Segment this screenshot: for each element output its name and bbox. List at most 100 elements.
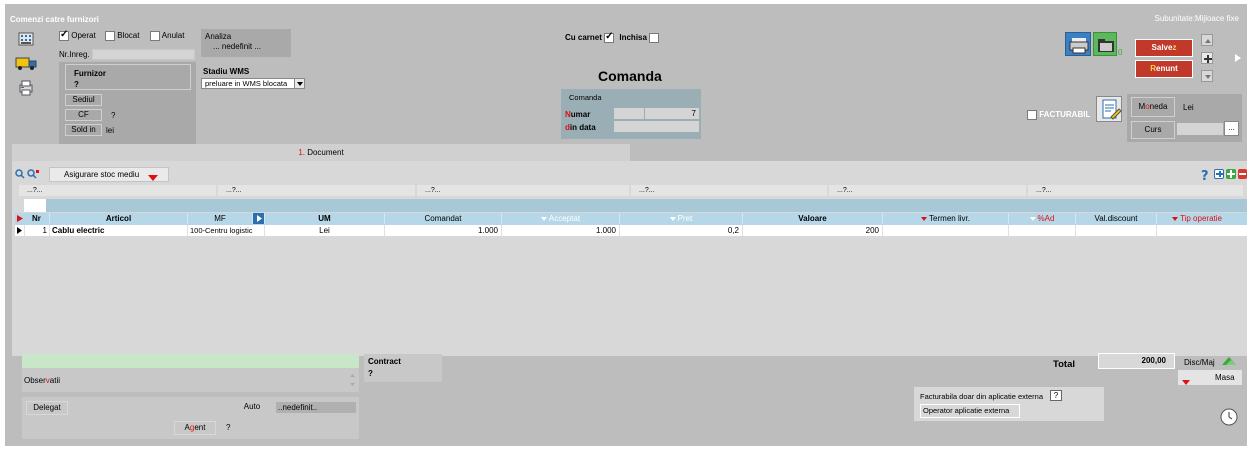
contract-label: Contract — [368, 357, 401, 366]
inchisa-checkbox[interactable] — [649, 33, 660, 43]
scroll-up-icon[interactable] — [1201, 34, 1213, 46]
observatii-input[interactable] — [64, 370, 344, 390]
calculator-icon[interactable] — [18, 32, 34, 46]
masa-label: Masa — [1215, 373, 1235, 382]
col-header-um[interactable]: UM — [265, 213, 385, 224]
curs-label: Curs — [1131, 121, 1175, 139]
numar-series-input[interactable] — [614, 108, 644, 119]
cf-button[interactable]: CF — [65, 109, 102, 121]
subunitate-label: Subunitate:Mijloace fixe — [1154, 14, 1240, 23]
auto-input[interactable]: ..nedefinit.. — [276, 402, 356, 413]
nrinreg-input[interactable] — [92, 49, 195, 60]
cell-articol[interactable]: Cablu electric — [50, 225, 188, 236]
col-header-comandat[interactable]: Comandat — [385, 213, 502, 224]
cu-carnet-group[interactable]: Cu carnet Inchisa — [565, 31, 660, 43]
filter-field[interactable]: ...?... — [218, 185, 415, 196]
col-header-termen[interactable]: Termen livr. — [883, 213, 1009, 224]
add-row-icon[interactable] — [1226, 169, 1236, 179]
chevron-right-icon[interactable] — [1235, 54, 1241, 64]
delete-row-icon[interactable] — [1238, 169, 1247, 179]
asigurare-dropdown[interactable]: Asigurare stoc mediu — [49, 167, 169, 182]
folder-icon[interactable] — [1093, 32, 1117, 56]
curs-input[interactable] — [1177, 123, 1223, 135]
filter-field[interactable]: ...?... — [829, 185, 1026, 196]
blocat-checkbox-group[interactable]: Blocat — [105, 31, 139, 41]
chevron-down-icon[interactable] — [1182, 375, 1190, 390]
col-header-mf[interactable]: MF — [188, 213, 253, 224]
clock-icon[interactable] — [1220, 408, 1238, 428]
observatii-scrollbar[interactable] — [348, 370, 357, 390]
expand-icon[interactable] — [1214, 169, 1224, 179]
col-header-valdiscount[interactable]: Val.discount — [1076, 213, 1157, 224]
col-header-ad[interactable]: %Ad — [1009, 213, 1076, 224]
cell-um[interactable]: Lei — [265, 225, 385, 236]
operat-checkbox[interactable] — [59, 29, 69, 41]
cell-ad[interactable] — [1009, 225, 1076, 236]
blocat-checkbox[interactable] — [105, 31, 115, 41]
contract-panel[interactable]: Contract ? — [364, 354, 442, 382]
cell-nr[interactable]: 1 — [25, 225, 50, 236]
document-edit-icon[interactable] — [1096, 96, 1122, 122]
col-header-acceptat[interactable]: Acceptat — [502, 213, 620, 224]
observatii-label: Observatii — [24, 376, 61, 385]
mf-expand-icon[interactable] — [253, 213, 265, 224]
operat-checkbox-group[interactable]: Operat — [59, 29, 96, 41]
add-icon[interactable] — [1201, 52, 1213, 64]
stadiu-select[interactable]: preluare in WMS blocata — [201, 78, 305, 89]
cu-carnet-checkbox[interactable] — [604, 31, 615, 43]
auto-label: Auto — [243, 402, 261, 411]
new-row-cell[interactable] — [24, 199, 46, 212]
printer-settings-icon[interactable] — [18, 80, 34, 96]
tab-document[interactable]: 1. Document — [12, 144, 630, 161]
anulat-checkbox[interactable] — [150, 31, 160, 41]
masa-dropdown[interactable]: Masa — [1178, 370, 1242, 385]
col-header-tipoperatie[interactable]: Tip operatie — [1157, 213, 1237, 224]
renunt-button[interactable]: Renunt — [1135, 60, 1193, 78]
print-icon[interactable] — [1065, 32, 1091, 56]
col-header-pret[interactable]: Pret — [620, 213, 743, 224]
cell-valdiscount[interactable] — [1076, 225, 1157, 236]
col-header-articol[interactable]: Articol — [50, 213, 188, 224]
help-icon[interactable]: ? — [1200, 168, 1212, 184]
cell-pret[interactable]: 0,2 — [620, 225, 743, 236]
delegat-button[interactable]: Delegat — [26, 401, 68, 415]
cell-acceptat[interactable]: 1.000 — [502, 225, 620, 236]
cell-mf[interactable]: 100-Centru logistic — [188, 225, 265, 236]
salvez-button[interactable]: Salvez — [1135, 39, 1193, 57]
filter-field[interactable]: ...?... — [631, 185, 827, 196]
total-value: 200,00 — [1098, 353, 1175, 369]
table-row[interactable]: 1 Cablu electric 100-Centru logistic Lei… — [15, 225, 1247, 236]
row-marker-icon — [15, 213, 25, 224]
cell-termen[interactable] — [883, 225, 1009, 236]
observatii-area[interactable]: Observatii — [22, 368, 359, 392]
agent-button[interactable]: Agent — [174, 421, 216, 435]
col-header-nr[interactable]: Nr — [25, 213, 50, 224]
search-advanced-icon[interactable] — [27, 169, 39, 181]
data-input[interactable] — [614, 121, 699, 132]
furnizor-box[interactable]: Furnizor ? — [65, 64, 191, 90]
filter-field[interactable]: ...?... — [1028, 185, 1243, 196]
sediul-button[interactable]: Sediul — [65, 94, 102, 106]
chevron-down-icon[interactable] — [294, 79, 304, 88]
fact-ext-button[interactable]: ? — [1050, 390, 1062, 401]
anulat-checkbox-group[interactable]: Anulat — [150, 31, 184, 41]
sold-button[interactable]: Sold in — [65, 124, 102, 136]
col-header-valoare[interactable]: Valoare — [743, 213, 883, 224]
triangle-up-icon[interactable] — [1222, 357, 1236, 367]
numar-input[interactable]: 7 — [645, 108, 699, 119]
cell-valoare[interactable]: 200 — [743, 225, 883, 236]
cell-tipoperatie[interactable] — [1157, 225, 1247, 236]
search-icon[interactable] — [15, 169, 25, 181]
chevron-down-icon[interactable] — [148, 172, 158, 185]
analiza-panel[interactable]: Analiza ... nedefinit ... — [201, 29, 291, 57]
facturabil-group[interactable]: FACTURABIL — [1027, 110, 1090, 120]
curs-browse-button[interactable]: ... — [1224, 121, 1239, 136]
facturabil-checkbox[interactable] — [1027, 110, 1037, 120]
filter-field[interactable]: ...?... — [417, 185, 629, 196]
truck-icon[interactable] — [15, 56, 37, 70]
cell-comandat[interactable]: 1.000 — [385, 225, 502, 236]
scroll-down-icon[interactable] — [1201, 70, 1213, 82]
operator-ext-button[interactable]: Operator aplicatie externa — [920, 404, 1020, 418]
filter-field[interactable]: ...?... — [19, 185, 216, 196]
moneda-button[interactable]: Moneda — [1131, 97, 1175, 117]
